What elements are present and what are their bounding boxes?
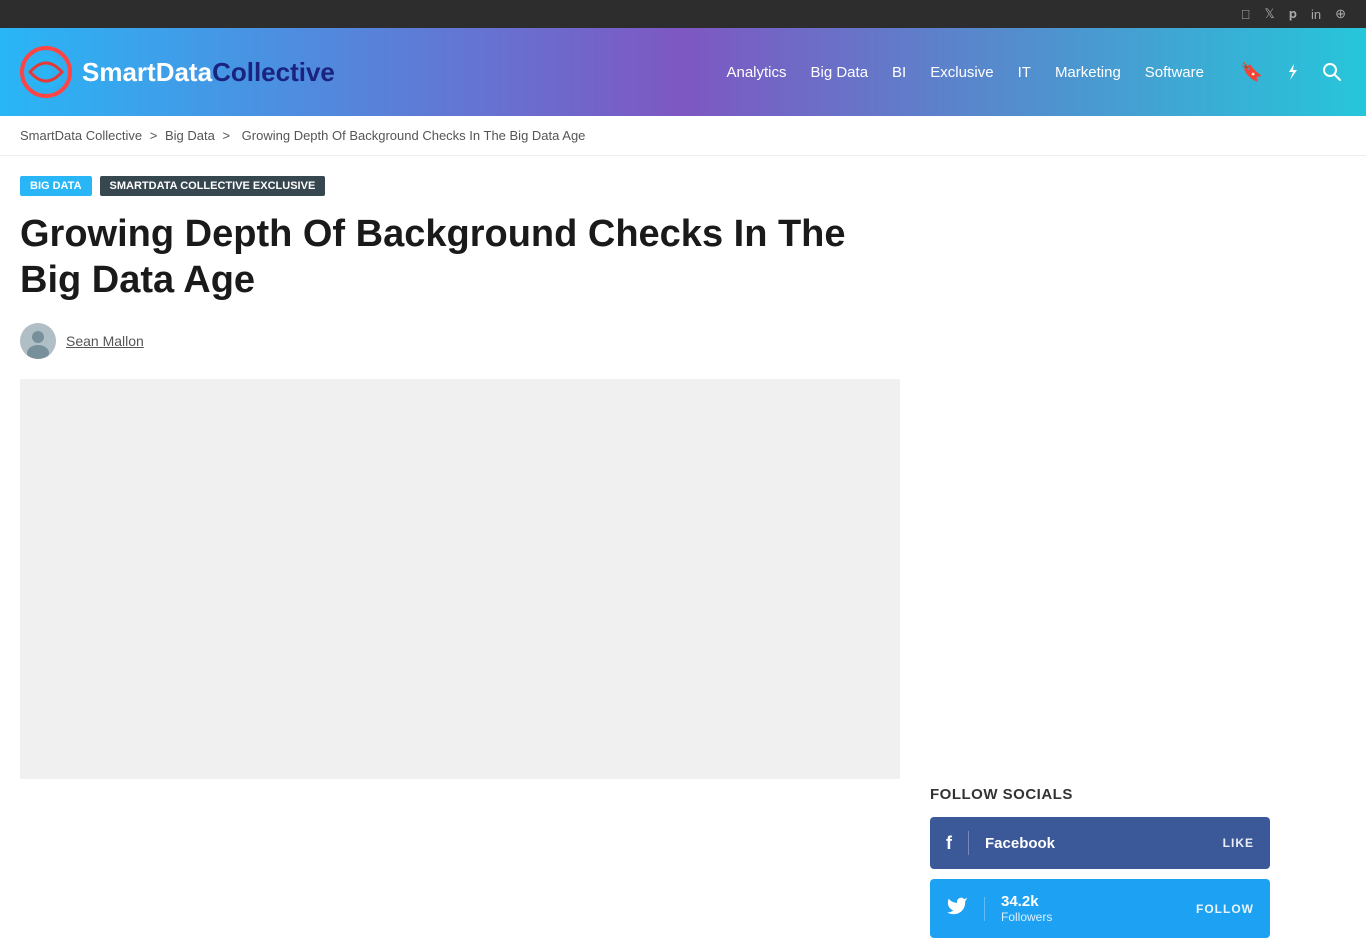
breadcrumb-home[interactable]: SmartData Collective [20,128,142,143]
facebook-card-left: f Facebook [946,831,1055,855]
featured-image [20,379,900,779]
facebook-icon: f [946,833,952,854]
facebook-label: Facebook [985,835,1055,852]
twitter-follow-card[interactable]: 34.2k Followers FOLLOW [930,879,1270,938]
twitter-card-left: 34.2k Followers [946,893,1052,924]
topbar-pinterest-link[interactable]: 𝐩 [1289,6,1297,22]
facebook-like-action: LIKE [1223,836,1254,850]
breadcrumb-sep-2: > [222,128,230,143]
article-title: Growing Depth Of Background Checks In Th… [20,212,900,303]
search-icon[interactable] [1318,58,1346,86]
topbar-twitter-link[interactable]: 𝕏 [1264,6,1274,22]
facebook-divider [968,831,969,855]
nav-icon-group: 🔖 [1238,58,1346,86]
breadcrumb-current: Growing Depth Of Background Checks In Th… [242,128,586,143]
nav-software[interactable]: Software [1145,64,1204,81]
site-logo[interactable]: SmartDataCollective [20,46,335,98]
twitter-follow-action: FOLLOW [1196,902,1254,916]
breadcrumb-bigdata[interactable]: Big Data [165,128,215,143]
sidebar-ad-area [930,176,1270,776]
twitter-followers-label: Followers [1001,910,1052,924]
lightning-icon[interactable] [1278,58,1306,86]
follow-socials-title: FOLLOW SOCIALS [930,786,1270,803]
twitter-icon [946,895,968,922]
author-name-link[interactable]: Sean Mallon [66,333,144,349]
breadcrumb: SmartData Collective > Big Data > Growin… [0,116,1366,156]
twitter-followers-group: 34.2k Followers [1001,893,1052,924]
top-social-bar:  𝕏 𝐩 in ⊕ [0,0,1366,28]
bookmark-icon[interactable]: 🔖 [1238,58,1266,86]
author-row: Sean Mallon [20,323,900,359]
twitter-divider [984,897,985,921]
main-nav: Analytics Big Data BI Exclusive IT Marke… [726,58,1346,86]
article-tags: BIG DATA SMARTDATA COLLECTIVE EXCLUSIVE [20,176,900,196]
author-avatar [20,323,56,359]
tag-bigdata[interactable]: BIG DATA [20,176,92,196]
logo-text: SmartDataCollective [82,57,335,88]
nav-exclusive[interactable]: Exclusive [930,64,993,81]
nav-analytics[interactable]: Analytics [726,64,786,81]
logo-icon [20,46,72,98]
article-area: BIG DATA SMARTDATA COLLECTIVE EXCLUSIVE … [20,176,900,948]
topbar-rss-link[interactable]: ⊕ [1335,6,1346,22]
main-container: BIG DATA SMARTDATA COLLECTIVE EXCLUSIVE … [0,156,1366,948]
topbar-linkedin-link[interactable]: in [1311,7,1321,22]
nav-it[interactable]: IT [1018,64,1031,81]
twitter-follower-count: 34.2k [1001,893,1052,910]
topbar-facebook-link[interactable]:  [1241,7,1251,22]
nav-bi[interactable]: BI [892,64,906,81]
nav-marketing[interactable]: Marketing [1055,64,1121,81]
nav-bigdata[interactable]: Big Data [811,64,869,81]
site-header: SmartDataCollective Analytics Big Data B… [0,28,1366,116]
breadcrumb-sep-1: > [150,128,158,143]
facebook-follow-card[interactable]: f Facebook LIKE [930,817,1270,869]
sidebar: FOLLOW SOCIALS f Facebook LIKE 34.2k [930,176,1270,948]
tag-exclusive[interactable]: SMARTDATA COLLECTIVE EXCLUSIVE [100,176,326,196]
